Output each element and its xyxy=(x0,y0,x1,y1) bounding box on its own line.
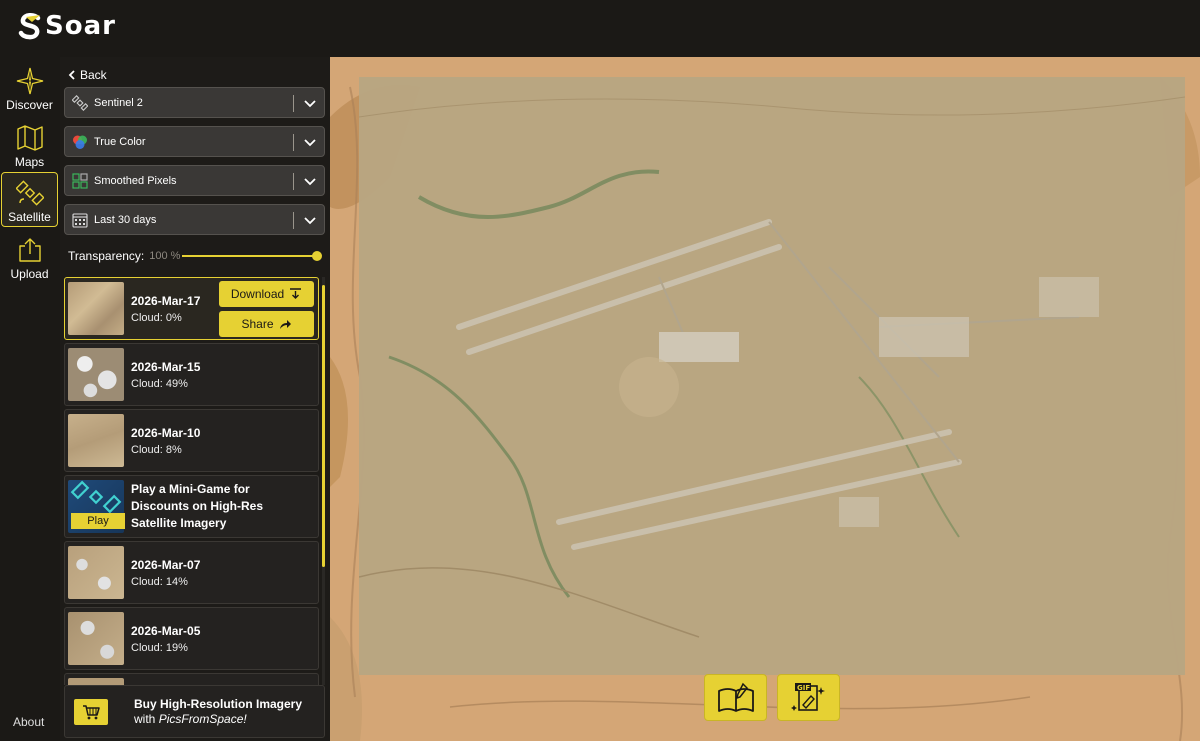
chevron-down-icon xyxy=(304,100,316,108)
dropdown-divider xyxy=(293,95,294,112)
app-name: Soar xyxy=(45,11,116,41)
transparency-control: Transparency: 100 % xyxy=(68,249,180,263)
left-rail: Discover Maps Satellite Upload About xyxy=(0,57,60,741)
satellite-scene xyxy=(358,77,1186,675)
render-mode-dropdown[interactable]: True Color xyxy=(64,126,325,157)
about-link[interactable]: About xyxy=(13,715,44,729)
download-icon xyxy=(290,288,302,299)
upload-icon xyxy=(18,238,41,262)
calendar-icon xyxy=(72,212,88,228)
satellite-icon xyxy=(15,180,44,206)
transparency-label: Transparency: xyxy=(68,249,145,263)
capture-card[interactable]: 2026-Mar-15 Cloud: 49% xyxy=(64,343,319,406)
play-button[interactable]: Play xyxy=(71,513,125,529)
capture-thumbnail xyxy=(68,678,124,685)
dropdown-value: Last 30 days xyxy=(94,213,157,226)
share-button[interactable]: Share xyxy=(219,311,314,337)
rail-item-upload[interactable]: Upload xyxy=(1,230,58,285)
capture-thumbnail xyxy=(68,612,124,665)
satellite-panel: Back Sentinel 2 True Color Smoothed Pixe… xyxy=(60,57,330,741)
transparency-value: 100 % xyxy=(149,250,181,262)
mini-game-promo[interactable]: Play Play a Mini-Game for Discounts on H… xyxy=(64,475,319,538)
rail-label: Discover xyxy=(6,98,53,112)
download-button[interactable]: Download xyxy=(219,281,314,307)
capture-card[interactable]: 2026-Mar-17 Cloud: 0% Download Share xyxy=(64,277,319,340)
book-pen-icon xyxy=(717,682,754,712)
gif-icon: GIF xyxy=(790,682,825,711)
buy-line1: Buy High-Resolution Imagery xyxy=(134,696,303,711)
satellite-source-dropdown[interactable]: Sentinel 2 xyxy=(64,87,325,118)
buy-line2-prefix: with xyxy=(134,711,159,726)
rail-item-maps[interactable]: Maps xyxy=(1,118,58,173)
capture-card[interactable]: 2026-Mar-05 Cloud: 19% xyxy=(64,607,319,670)
chevron-down-icon xyxy=(304,178,316,186)
cart-icon xyxy=(83,704,100,719)
rail-label: Maps xyxy=(14,155,45,169)
soar-logo[interactable]: Soar xyxy=(18,10,116,42)
capture-card-partial[interactable] xyxy=(64,673,319,685)
cart-button[interactable] xyxy=(74,698,108,725)
capture-date: 2026-Mar-07 xyxy=(131,557,201,572)
pixel-mode-dropdown[interactable]: Smoothed Pixels xyxy=(64,165,325,196)
capture-cloud: Cloud: 0% xyxy=(131,311,182,324)
date-range-dropdown[interactable]: Last 30 days xyxy=(64,204,325,235)
download-label: Download xyxy=(230,287,285,301)
capture-cloud: Cloud: 49% xyxy=(131,377,188,390)
capture-thumbnail xyxy=(68,414,124,467)
color-circles-icon xyxy=(73,135,87,149)
share-arrow-icon xyxy=(279,320,291,329)
dropdown-value: Smoothed Pixels xyxy=(94,174,177,187)
rail-label: Upload xyxy=(10,267,49,281)
dropdown-divider xyxy=(293,134,294,151)
capture-card[interactable]: 2026-Mar-07 Cloud: 14% xyxy=(64,541,319,604)
capture-date: 2026-Mar-17 xyxy=(131,293,201,308)
dropdown-divider xyxy=(293,173,294,190)
promo-text: Play a Mini-Game for Discounts on High-R… xyxy=(131,482,264,530)
capture-thumbnail xyxy=(68,348,124,401)
capture-cloud: Cloud: 14% xyxy=(131,575,188,588)
capture-date: 2026-Mar-05 xyxy=(131,623,201,638)
rail-label: Satellite xyxy=(8,210,51,224)
dropdown-value: True Color xyxy=(94,135,146,148)
capture-cloud: Cloud: 8% xyxy=(131,443,182,456)
satellite-image-overlay xyxy=(358,77,1186,675)
list-scrollbar-thumb[interactable] xyxy=(322,285,325,567)
promo-thumbnail: Play xyxy=(68,480,125,533)
capture-list: 2026-Mar-17 Cloud: 0% Download Share 202… xyxy=(64,277,320,685)
satellite-icon xyxy=(70,480,122,514)
share-label: Share xyxy=(241,317,274,331)
map-icon xyxy=(16,125,43,151)
capture-thumbnail xyxy=(68,546,124,599)
story-map-button[interactable] xyxy=(704,674,767,721)
back-button[interactable]: Back xyxy=(68,68,107,82)
compass-icon xyxy=(16,67,43,95)
dropdown-divider xyxy=(293,212,294,229)
capture-date: 2026-Mar-15 xyxy=(131,359,201,374)
back-label: Back xyxy=(80,68,107,82)
rail-item-discover[interactable]: Discover xyxy=(1,61,58,116)
capture-cloud: Cloud: 19% xyxy=(131,641,188,654)
slider-handle[interactable] xyxy=(312,251,322,261)
map-view[interactable]: GIF xyxy=(330,57,1200,741)
svg-text:GIF: GIF xyxy=(797,684,810,692)
satellite-icon xyxy=(72,94,88,111)
top-bar: Soar xyxy=(0,0,1200,57)
capture-card[interactable]: 2026-Mar-10 Cloud: 8% xyxy=(64,409,319,472)
app-root: Soar Discover Maps Satellite Upload Abou… xyxy=(0,0,1200,741)
buy-imagery-banner[interactable]: Buy High-Resolution Imagery with PicsFro… xyxy=(64,685,325,738)
chevron-down-icon xyxy=(304,217,316,225)
capture-thumbnail xyxy=(68,282,124,335)
pixels-icon xyxy=(72,172,88,189)
buy-line2-brand: PicsFromSpace! xyxy=(158,711,247,726)
soar-logo-icon xyxy=(18,13,41,40)
transparency-slider[interactable] xyxy=(182,251,322,261)
chevron-left-icon xyxy=(68,70,75,80)
buy-imagery-text: Buy High-Resolution Imagery with PicsFro… xyxy=(134,697,302,727)
dropdown-value: Sentinel 2 xyxy=(94,96,143,109)
gif-export-button[interactable]: GIF xyxy=(777,674,840,721)
rail-item-satellite[interactable]: Satellite xyxy=(1,172,58,227)
capture-date: 2026-Mar-10 xyxy=(131,425,201,440)
chevron-down-icon xyxy=(304,139,316,147)
